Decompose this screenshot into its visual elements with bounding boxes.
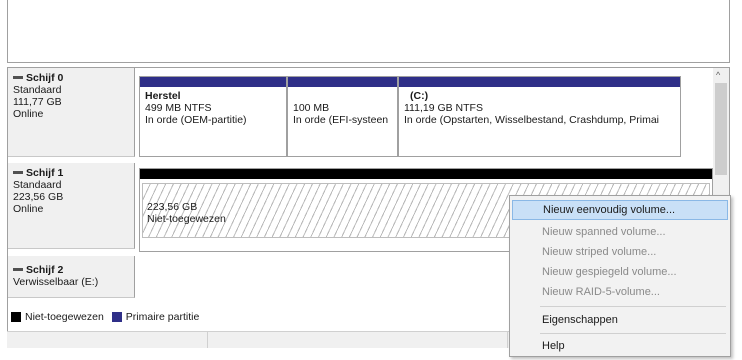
disk-name: Schijf 2 [26,264,64,276]
legend: Niet-toegewezen Primaire partitie [7,308,511,326]
volume-list-pane[interactable] [7,0,730,63]
partition-size: 100 MB [293,102,330,114]
menu-item-help[interactable]: Help [512,336,728,356]
partition-size: 499 MB NTFS [145,102,212,114]
menu-item-new-mirrored-volume[interactable]: Nieuw gespiegeld volume... [512,262,728,282]
disk-name: Schijf 1 [26,167,64,179]
disk-info-0[interactable]: Schijf 0 Standaard 111,77 GB Online [8,68,135,157]
chevron-up-icon[interactable]: ^ [716,70,720,80]
disk-type: Standaard [13,84,62,96]
disk-size: 223,56 GB [13,191,64,203]
menu-item-new-simple-volume[interactable]: Nieuw eenvoudig volume... [512,200,728,220]
disk-status: Online [13,108,44,120]
disk-name: Schijf 0 [26,72,64,84]
disk-row-0: Schijf 0 Standaard 111,77 GB Online Hers… [8,68,713,157]
disk-dash-icon [13,76,23,79]
disk-info-2[interactable]: Schijf 2 Verwisselbaar (E:) [8,256,135,298]
legend-label: Primaire partitie [125,311,200,323]
menu-item-new-striped-volume[interactable]: Nieuw striped volume... [512,242,728,262]
disk-status: Online [13,203,44,215]
legend-label: Niet-toegewezen [25,311,104,323]
partition-name: (C:) [410,90,429,102]
partition-status: In orde (EFI-systeen [293,114,389,126]
partition-status: In orde (OEM-partitie) [145,114,247,126]
partition-efi[interactable]: 100 MB In orde (EFI-systeen [287,76,398,157]
scroll-thumb[interactable] [715,83,727,175]
partition-c[interactable]: (C:) 111,19 GB NTFS In orde (Opstarten, … [398,76,681,157]
menu-separator [540,333,726,334]
partition-status: In orde (Opstarten, Wisselbestand, Crash… [404,114,660,126]
disk-size: 111,77 GB [13,96,62,108]
disk-dash-icon [13,171,23,174]
context-menu: Nieuw eenvoudig volume... Nieuw spanned … [509,195,731,357]
menu-item-properties[interactable]: Eigenschappen [512,310,728,330]
partition-herstel[interactable]: Herstel 499 MB NTFS In orde (OEM-partiti… [139,76,287,157]
menu-separator [540,306,726,307]
disk-type: Verwisselbaar (E:) [13,276,99,288]
disk-type: Standaard [13,179,62,191]
disk-dash-icon [13,268,23,271]
menu-item-new-spanned-volume[interactable]: Nieuw spanned volume... [512,222,728,242]
legend-swatch-unallocated [11,312,21,322]
disk-info-1[interactable]: Schijf 1 Standaard 223,56 GB Online [8,163,135,249]
legend-swatch-primary [111,312,122,322]
partition-size: 111,19 GB NTFS [404,102,483,114]
partition-name: Herstel [145,90,181,102]
menu-item-new-raid5-volume[interactable]: Nieuw RAID-5-volume... [512,282,728,302]
